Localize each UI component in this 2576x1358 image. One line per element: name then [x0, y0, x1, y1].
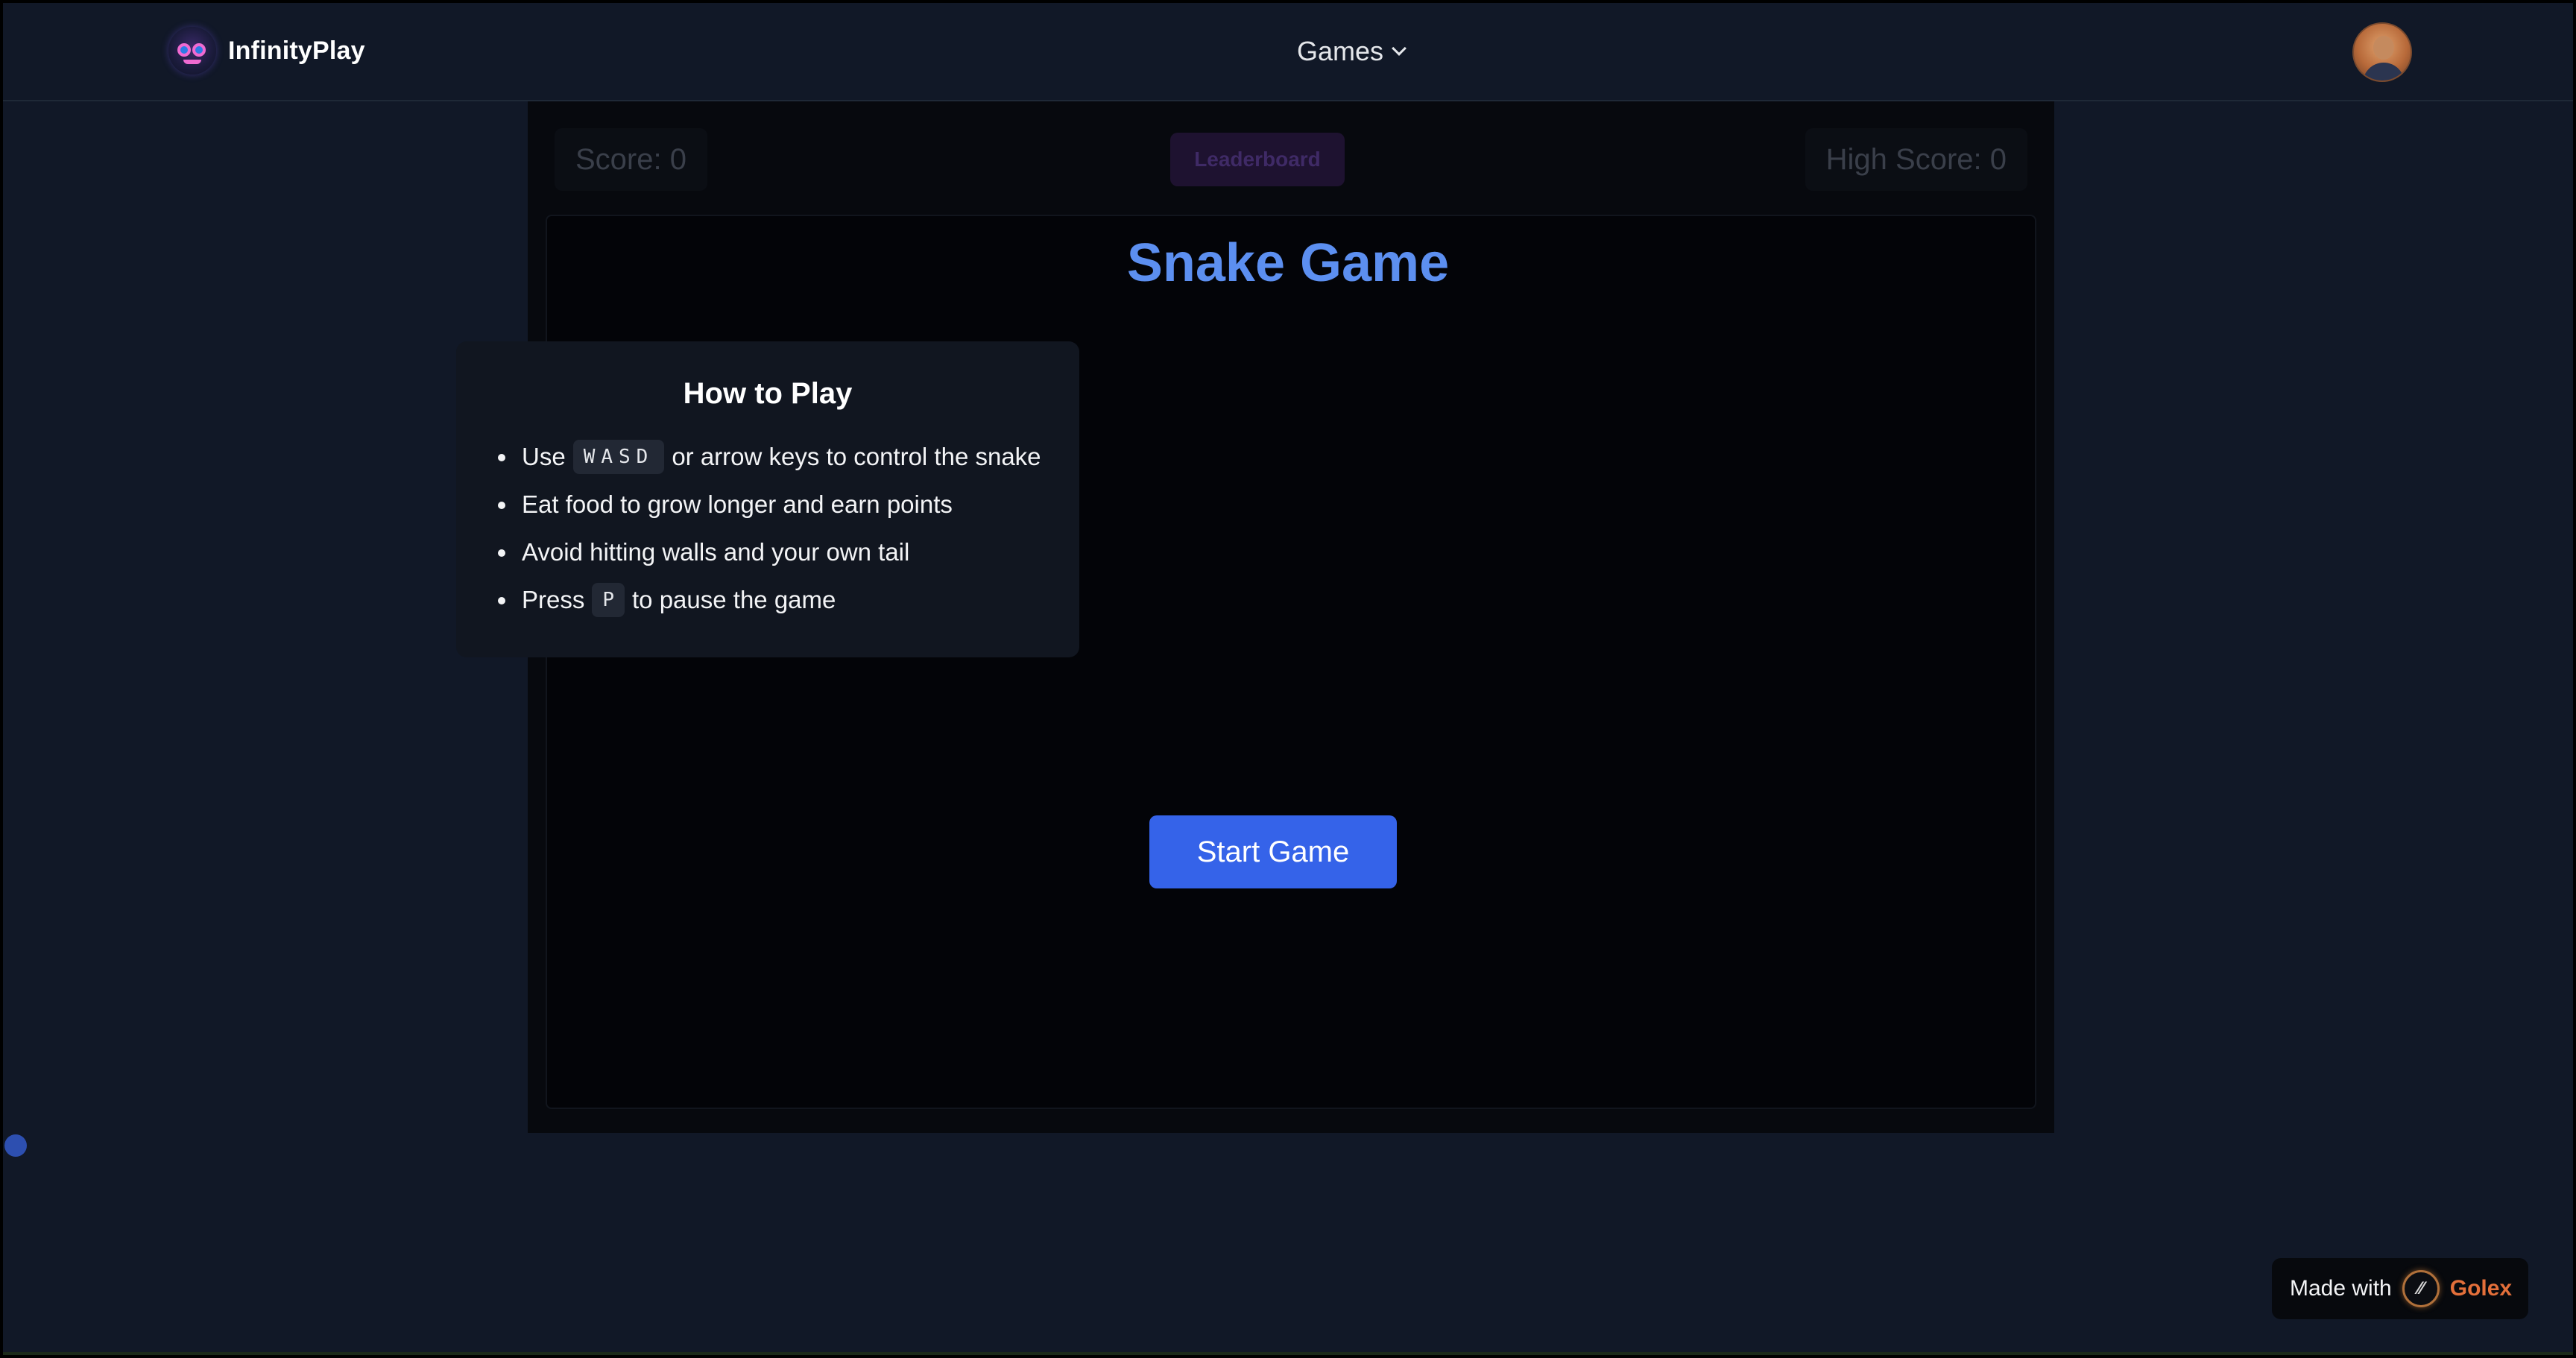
high-score-display: High Score: 0 [1805, 128, 2027, 191]
how-to-play-title: How to Play [683, 377, 853, 410]
instruction-text: Eat food to grow longer and earn points [522, 490, 953, 518]
avatar-face [2373, 36, 2394, 60]
instruction-controls: Use WASD or arrow keys to control the sn… [498, 433, 1079, 481]
logo-eye-left [177, 43, 191, 57]
start-game-button[interactable]: Start Game [1149, 815, 1397, 888]
top-navbar: InfinityPlay Games [3, 3, 2573, 101]
instruction-text: or arrow keys to control the snake [672, 443, 1041, 470]
instructions-list: Use WASD or arrow keys to control the sn… [498, 433, 1079, 624]
wasd-key-hint: WASD [572, 440, 665, 474]
instruction-text: Use [522, 443, 566, 470]
instruction-avoid: Avoid hitting walls and your own tail [498, 528, 1079, 576]
chevron-down-icon [1392, 41, 1407, 56]
leaderboard-button[interactable]: Leaderboard [1170, 133, 1345, 186]
instruction-food: Eat food to grow longer and earn points [498, 481, 1079, 528]
user-avatar[interactable] [2352, 22, 2412, 82]
avatar-suit [2363, 63, 2405, 80]
logo-eye-right [192, 43, 206, 57]
bottom-strip [3, 1352, 2573, 1355]
page: InfinityPlay Games Score: 0 Leaderboard … [0, 0, 2576, 1358]
side-dot-indicator[interactable] [4, 1134, 27, 1157]
brand-name: InfinityPlay [228, 36, 365, 65]
made-with-golex-badge[interactable]: Made with ⁄⁄ Golex [2272, 1258, 2528, 1319]
games-menu-label: Games [1297, 36, 1384, 66]
game-title: Snake Game [1126, 233, 1450, 293]
golex-logo-icon: ⁄⁄ [2402, 1270, 2440, 1307]
games-menu-button[interactable]: Games [1297, 36, 1407, 67]
instruction-text: to pause the game [632, 586, 836, 613]
brand-link[interactable]: InfinityPlay [168, 27, 365, 75]
how-to-play-card: How to Play Use WASD or arrow keys to co… [456, 341, 1079, 657]
made-with-label: Made with [2290, 1276, 2392, 1301]
infinityplay-logo-icon [168, 27, 216, 75]
golex-brand-name: Golex [2449, 1276, 2513, 1301]
logo-mouth [183, 60, 201, 64]
score-display: Score: 0 [555, 128, 707, 191]
instruction-text: Avoid hitting walls and your own tail [522, 538, 910, 566]
instruction-text: Press [522, 586, 585, 613]
p-key-hint: P [592, 583, 625, 617]
instruction-pause: Press P to pause the game [498, 576, 1079, 624]
